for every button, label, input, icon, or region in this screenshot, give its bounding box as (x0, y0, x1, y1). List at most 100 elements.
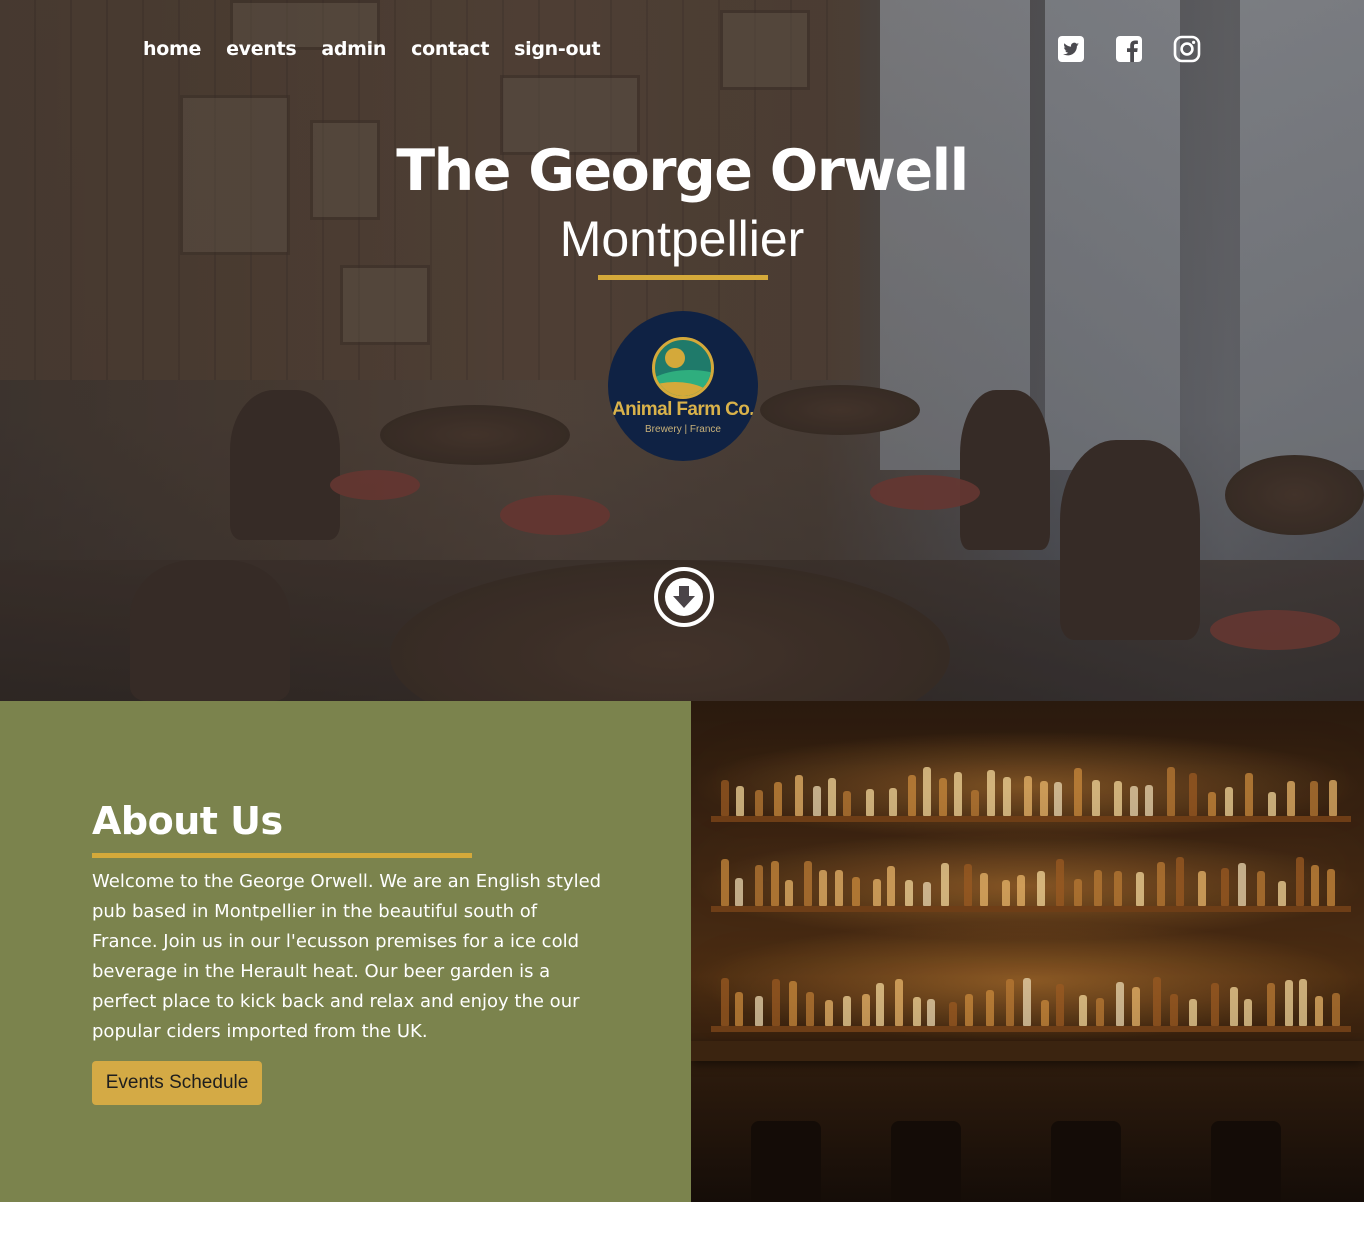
bar-bottle (819, 870, 827, 906)
bar-bottle (1157, 862, 1165, 906)
bar-bottle (965, 994, 973, 1026)
bar-bottle (755, 996, 763, 1026)
bar-bottle (735, 992, 743, 1026)
bar-bottle (721, 859, 729, 906)
bar-bottle (1003, 777, 1011, 816)
about-heading: About Us (92, 799, 283, 843)
bar-shelf (711, 816, 1351, 822)
bar-bottle (980, 873, 988, 906)
bar-bottle (785, 880, 793, 906)
logo-tagline: Brewery | France (645, 424, 721, 435)
bar-bottle (1329, 780, 1337, 816)
bar-bottle (1310, 781, 1318, 816)
bar-bottle (795, 775, 803, 816)
bar-bottle (1311, 865, 1319, 906)
bar-stool (751, 1121, 821, 1202)
bar-bottle (887, 866, 895, 906)
bar-bottle (1132, 987, 1140, 1026)
bar-bottle (1230, 987, 1238, 1026)
site-title: The George Orwell (396, 138, 969, 204)
bar-bottle (813, 786, 821, 816)
bar-bottle (987, 770, 995, 816)
bar-bottle (1225, 787, 1233, 816)
bar-bottle (1023, 978, 1031, 1026)
bar-bottle (852, 877, 860, 906)
bar-bottle (1145, 785, 1153, 816)
nav-link-contact[interactable]: contact (411, 38, 489, 60)
bar-bottle (1116, 982, 1124, 1026)
main-nav: home events admin contact sign-out (143, 38, 625, 60)
bar-bottle (1267, 983, 1275, 1026)
bar-bottle (1056, 984, 1064, 1026)
bar-bottle (1189, 773, 1197, 816)
bar-bottle (843, 996, 851, 1026)
bar-bottle (1074, 879, 1082, 906)
bar-bottle (1167, 767, 1175, 816)
bar-bottle (774, 782, 782, 816)
bar-bottle (1278, 881, 1286, 906)
bar-bottle (1211, 983, 1219, 1026)
bar-bottle (1041, 1000, 1049, 1026)
nav-link-sign-out[interactable]: sign-out (514, 38, 600, 60)
bar-bottle (1170, 994, 1178, 1026)
bar-bottle (1221, 868, 1229, 906)
arrow-down-circle-icon[interactable] (653, 566, 715, 628)
bar-bottle (825, 1000, 833, 1026)
bar-bottle (923, 882, 931, 906)
bar-bottle (1040, 781, 1048, 816)
bar-bottle (1017, 875, 1025, 906)
logo-brand-text: Animal Farm Co. (612, 399, 755, 420)
nav-link-events[interactable]: events (226, 38, 297, 60)
facebook-icon[interactable] (1115, 35, 1143, 63)
bar-bottle (1094, 870, 1102, 906)
bar-bottle (1037, 871, 1045, 906)
bar-counter (691, 1041, 1364, 1061)
nav-link-admin[interactable]: admin (321, 38, 386, 60)
bar-bottle (862, 994, 870, 1026)
twitter-icon[interactable] (1057, 35, 1085, 63)
bar-bottle (1024, 776, 1032, 816)
bar-bottle (1238, 863, 1246, 906)
about-section: About Us Welcome to the George Orwell. W… (0, 701, 691, 1202)
bar-bottle (1002, 880, 1010, 906)
bar-bottle (1176, 857, 1184, 906)
bar-bottle (1136, 872, 1144, 906)
bar-bottle (941, 863, 949, 906)
bar-bottle (1208, 792, 1216, 816)
bar-bottle (843, 791, 851, 816)
nav-link-home[interactable]: home (143, 38, 201, 60)
bar-bottle (772, 979, 780, 1026)
about-body: Welcome to the George Orwell. We are an … (92, 871, 602, 1042)
bar-bottle (1296, 857, 1304, 906)
hero-section: home events admin contact sign-out The G… (0, 0, 1364, 701)
bar-bottle (1189, 999, 1197, 1026)
bar-bottle (721, 780, 729, 816)
bar-bottle (1074, 768, 1082, 816)
hero-title-block: The George Orwell Montpellier (0, 138, 1364, 269)
bar-stool (1211, 1121, 1281, 1202)
bar-bottle (1327, 869, 1335, 906)
bar-bottle (806, 992, 814, 1026)
events-schedule-button[interactable]: Events Schedule (92, 1061, 262, 1105)
site-subtitle: Montpellier (559, 211, 805, 267)
instagram-icon[interactable] (1173, 35, 1201, 63)
title-underline (598, 275, 768, 280)
bar-bottle (889, 788, 897, 816)
bar-bottle (835, 870, 843, 906)
bar-bottle (923, 767, 931, 816)
bar-bottle (986, 990, 994, 1026)
bar-bottle (949, 1002, 957, 1026)
bar-bottle (1114, 781, 1122, 816)
bar-bottle (905, 880, 913, 906)
bar-bottle (1198, 871, 1206, 906)
bar-bottle (1114, 871, 1122, 906)
bar-bottle (736, 786, 744, 816)
bar-bottle (866, 789, 874, 816)
bar-bottle (1153, 977, 1161, 1026)
bar-shelf (711, 1026, 1351, 1032)
bar-photo (691, 701, 1364, 1202)
bar-bottle (913, 997, 921, 1026)
bar-bottle (755, 790, 763, 816)
bar-bottle (804, 861, 812, 906)
bar-bottle (1092, 780, 1100, 816)
